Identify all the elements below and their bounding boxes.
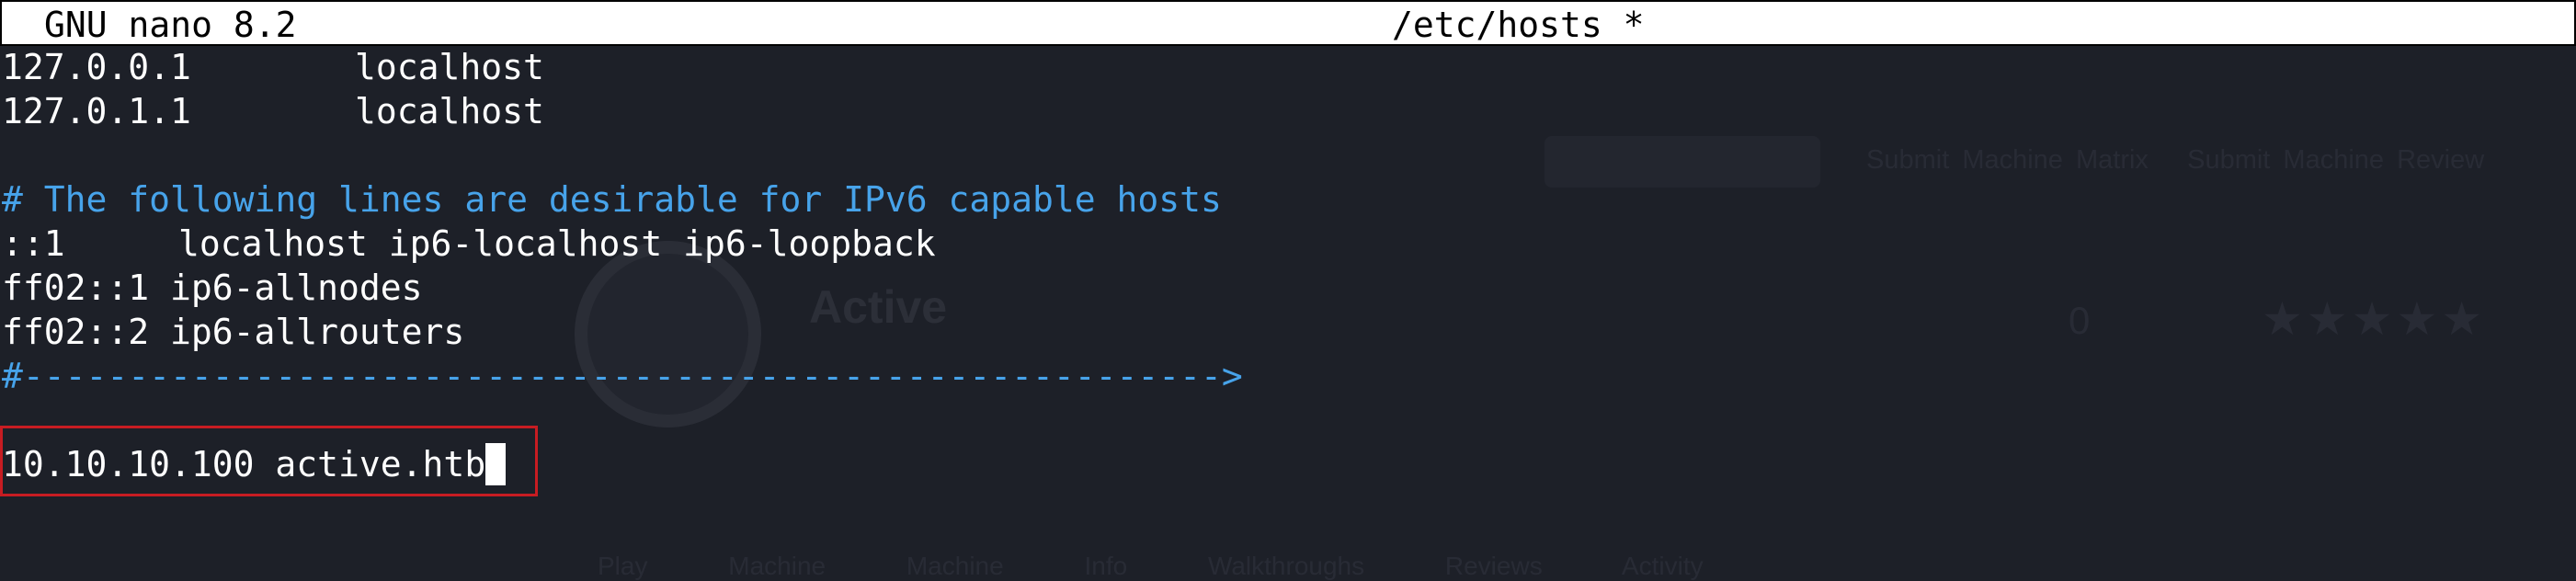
hosts-line-ipv6-localhost[interactable]: ::1 localhost ip6-localhost ip6-loopback — [2, 222, 936, 266]
host-address: ::1 — [2, 223, 65, 264]
background-tabs: Submit Machine Matrix Submit Machine Rev… — [1866, 145, 2485, 175]
background-avatar — [575, 241, 761, 427]
editor-version: GNU nano 8.2 — [44, 5, 297, 45]
hosts-line-1[interactable]: 127.0.0.1 localhost — [2, 45, 544, 89]
host-address: 127.0.0.1 — [2, 47, 191, 87]
ipv6-comment-line[interactable]: # The following lines are desirable for … — [2, 177, 1222, 222]
terminal-window[interactable]: Submit Machine Matrix Submit Machine Rev… — [0, 0, 2576, 581]
file-title: /etc/hosts * — [1392, 5, 1645, 45]
background-nav: Play Machine Machine Info Walkthroughs R… — [598, 552, 1704, 580]
host-names: localhost — [355, 47, 544, 87]
highlight-box — [0, 426, 538, 496]
hosts-line-2[interactable]: 127.0.1.1 localhost — [2, 89, 544, 133]
background-count: 0 — [2069, 299, 2091, 342]
hosts-line-allnodes[interactable]: ff02::1 ip6-allnodes — [2, 266, 423, 310]
host-address: 127.0.1.1 — [2, 91, 191, 131]
background-machine-name: Active — [809, 281, 948, 333]
host-names: localhost ip6-localhost ip6-loopback — [178, 223, 936, 264]
background-button — [1544, 136, 1820, 188]
nano-title-bar: GNU nano 8.2 /etc/hosts * — [0, 0, 2576, 46]
separator-comment-line[interactable]: #---------------------------------------… — [2, 354, 1243, 398]
hosts-line-allrouters[interactable]: ff02::2 ip6-allrouters — [2, 310, 464, 354]
background-rating-stars: ★★★★★ — [2262, 293, 2487, 345]
host-names: localhost — [355, 91, 544, 131]
